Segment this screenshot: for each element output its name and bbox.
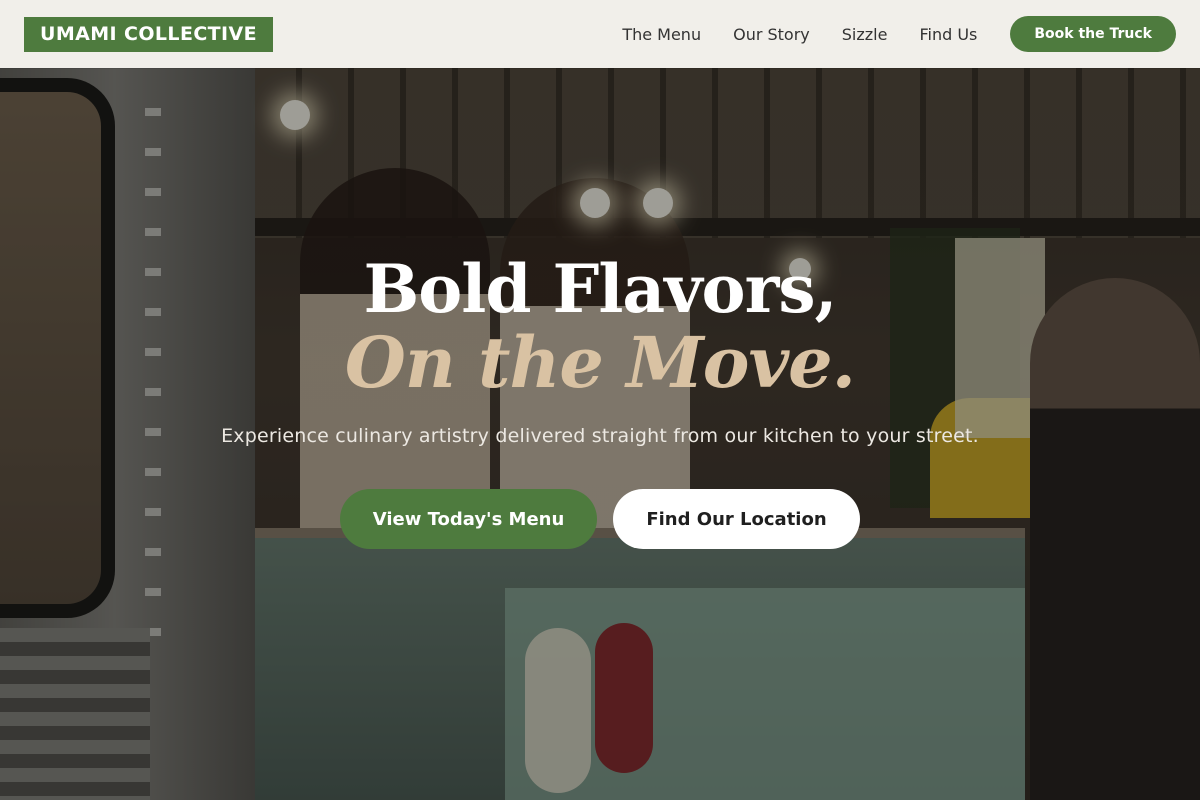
brand-logo[interactable]: UMAMI COLLECTIVE <box>24 16 273 52</box>
hero-headline: Bold Flavors, <box>363 250 838 328</box>
nav-link-our-story[interactable]: Our Story <box>733 25 810 44</box>
nav-link-sizzle[interactable]: Sizzle <box>842 25 888 44</box>
hero-content: Bold Flavors, On the Move. Experience cu… <box>0 253 1200 549</box>
nav-link-find-us[interactable]: Find Us <box>919 25 977 44</box>
hero-headline-accent: On the Move. <box>344 321 856 404</box>
site-header: UMAMI COLLECTIVE The Menu Our Story Sizz… <box>0 0 1200 68</box>
nav-link-menu[interactable]: The Menu <box>622 25 701 44</box>
book-truck-button[interactable]: Book the Truck <box>1010 16 1176 52</box>
hero-subtitle: Experience culinary artistry delivered s… <box>221 425 979 447</box>
find-location-button[interactable]: Find Our Location <box>613 489 860 549</box>
main-nav: The Menu Our Story Sizzle Find Us <box>622 25 977 44</box>
view-menu-button[interactable]: View Today's Menu <box>340 489 597 549</box>
hero-section: Bold Flavors, On the Move. Experience cu… <box>0 68 1200 800</box>
hero-cta-row: View Today's Menu Find Our Location <box>0 489 1200 549</box>
